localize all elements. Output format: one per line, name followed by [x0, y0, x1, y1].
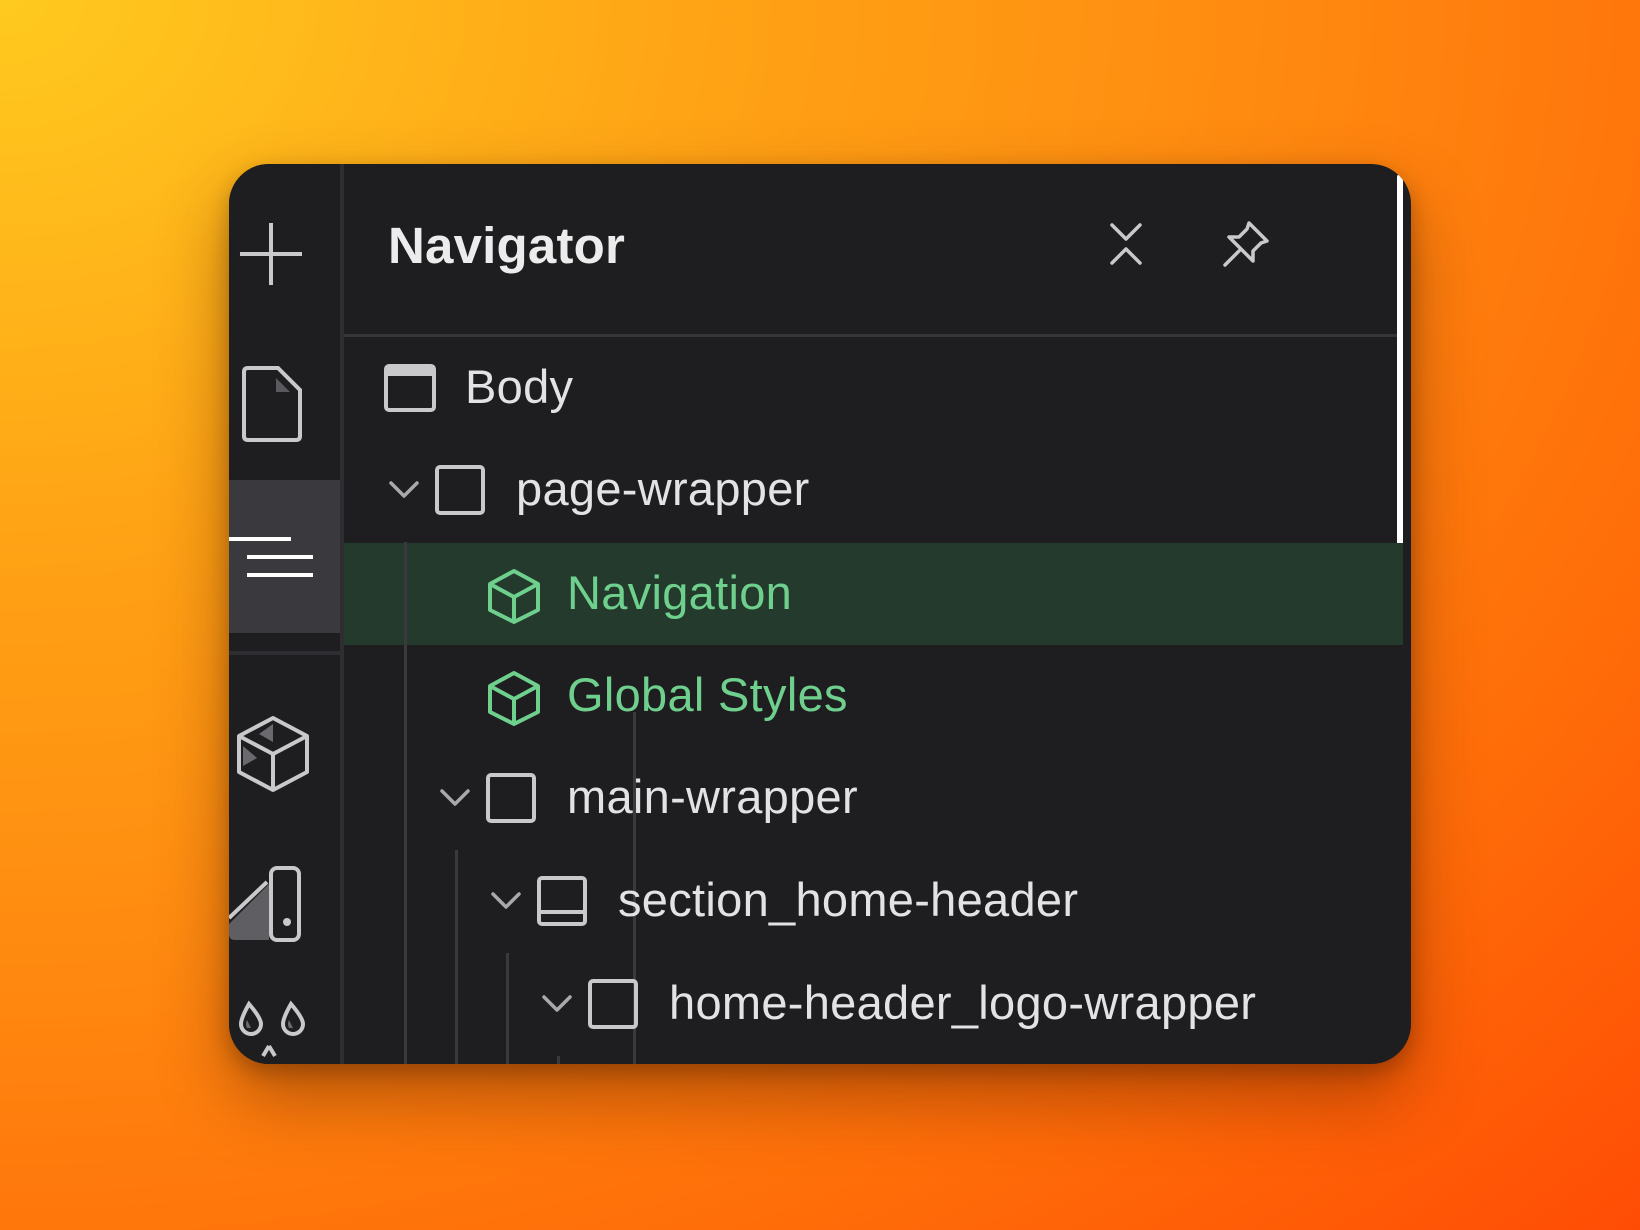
tree-label: Body — [465, 360, 574, 413]
component-cube-icon — [486, 568, 540, 624]
pin-icon — [1221, 219, 1271, 274]
style-selectors-icon — [229, 864, 309, 944]
tree-row-section-home-header[interactable]: section_home-header — [344, 850, 1403, 952]
navigator-button[interactable] — [229, 480, 340, 633]
body-icon — [384, 362, 436, 414]
add-elements-button[interactable] — [229, 204, 340, 304]
div-block-icon — [587, 978, 639, 1030]
panel-header: Navigator — [344, 164, 1403, 334]
tree-label: page-wrapper — [516, 462, 810, 515]
style-selectors-button[interactable] — [229, 854, 340, 954]
div-block-icon — [485, 772, 537, 824]
components-icon — [235, 714, 311, 794]
navigator-window: Navigator Body page-wrapper Navigation G… — [229, 164, 1411, 1064]
tree-guide-level-3 — [506, 953, 509, 1064]
navigator-panel: Navigator Body page-wrapper Navigation G… — [344, 164, 1403, 1064]
tree-guide-level-2 — [455, 850, 458, 1064]
page-icon — [240, 366, 304, 442]
left-toolbar — [229, 164, 340, 1064]
chevron-down-icon[interactable] — [387, 475, 421, 505]
color-swatches-icon — [235, 994, 311, 1064]
swatches-button[interactable] — [229, 984, 340, 1064]
collapse-all-icon — [1108, 221, 1144, 272]
rail-separator — [229, 651, 340, 655]
tree-row-body[interactable]: Body — [344, 337, 1403, 439]
chevron-down-icon[interactable] — [540, 989, 574, 1019]
tree-guide-level-4 — [557, 1056, 560, 1064]
component-cube-icon — [486, 670, 540, 726]
tree-label: home-header_logo-wrapper — [669, 976, 1257, 1029]
collapse-all-button[interactable] — [1099, 219, 1153, 273]
tree-label: main-wrapper — [567, 770, 858, 823]
tree-guide-level-1 — [404, 542, 407, 1064]
tree-row-home-header-logo-wrapper[interactable]: home-header_logo-wrapper — [344, 953, 1403, 1055]
tree-row-navigation[interactable]: Navigation — [344, 543, 1403, 645]
chevron-down-icon[interactable] — [489, 886, 523, 916]
div-block-icon — [434, 464, 486, 516]
tree-row-global-styles[interactable]: Global Styles — [344, 645, 1403, 747]
tree-row-page-wrapper[interactable]: page-wrapper — [344, 439, 1403, 541]
tree-label: Navigation — [567, 566, 793, 619]
components-button[interactable] — [229, 704, 340, 804]
pin-panel-button[interactable] — [1219, 219, 1273, 273]
tree-label: Global Styles — [567, 668, 848, 721]
page-title: Navigator — [388, 217, 626, 274]
navigator-icon — [229, 527, 319, 587]
section-icon — [536, 875, 588, 927]
tree-row-main-wrapper[interactable]: main-wrapper — [344, 747, 1403, 849]
chevron-down-icon[interactable] — [438, 783, 472, 813]
plus-icon — [238, 221, 304, 287]
tree-label: section_home-header — [618, 873, 1079, 926]
pages-button[interactable] — [229, 354, 340, 454]
